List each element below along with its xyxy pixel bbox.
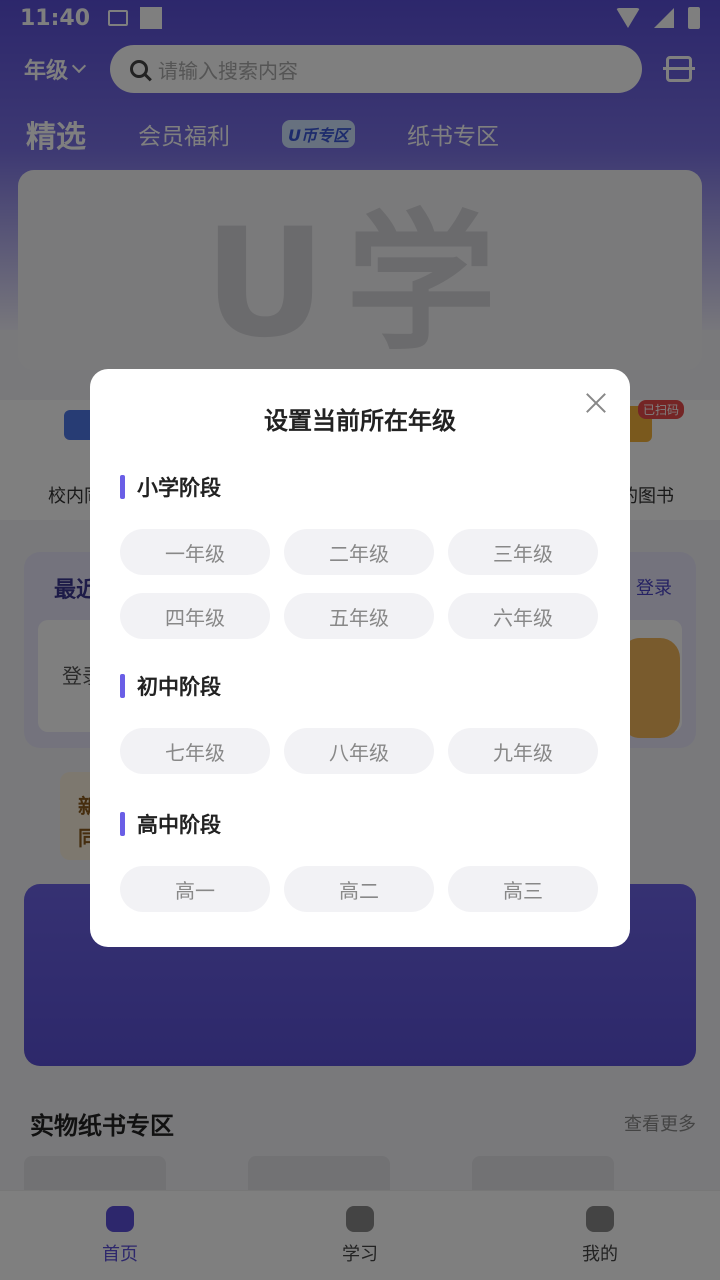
grade-dialog: 设置当前所在年级 小学阶段 一年级 二年级 三年级 四年级 五年级 六年级 初中… [90, 369, 630, 947]
grade-option[interactable]: 三年级 [448, 529, 598, 575]
grade-option[interactable]: 二年级 [284, 529, 434, 575]
grade-option[interactable]: 高三 [448, 866, 598, 912]
stage-label: 小学阶段 [137, 476, 221, 500]
stage-senior: 高中阶段 高一 高二 高三 [120, 810, 600, 912]
stage-primary: 小学阶段 一年级 二年级 三年级 四年级 五年级 六年级 [120, 473, 600, 639]
grade-option[interactable]: 一年级 [120, 529, 270, 575]
grade-option[interactable]: 四年级 [120, 593, 270, 639]
stage-indicator [120, 475, 125, 499]
grade-option[interactable]: 高一 [120, 866, 270, 912]
stage-junior: 初中阶段 七年级 八年级 九年级 [120, 672, 600, 774]
grade-option[interactable]: 高二 [284, 866, 434, 912]
grade-option[interactable]: 七年级 [120, 728, 270, 774]
stage-label: 初中阶段 [137, 675, 221, 699]
grade-option[interactable]: 九年级 [448, 728, 598, 774]
grade-option[interactable]: 六年级 [448, 593, 598, 639]
grade-options: 七年级 八年级 九年级 [120, 728, 600, 774]
stage-indicator [120, 812, 125, 836]
close-icon[interactable] [582, 389, 610, 417]
grade-options: 高一 高二 高三 [120, 866, 600, 912]
grade-options: 一年级 二年级 三年级 四年级 五年级 六年级 [120, 529, 600, 639]
stage-indicator [120, 674, 125, 698]
grade-option[interactable]: 五年级 [284, 593, 434, 639]
grade-option[interactable]: 八年级 [284, 728, 434, 774]
dialog-title: 设置当前所在年级 [264, 407, 456, 435]
stage-label: 高中阶段 [137, 813, 221, 837]
